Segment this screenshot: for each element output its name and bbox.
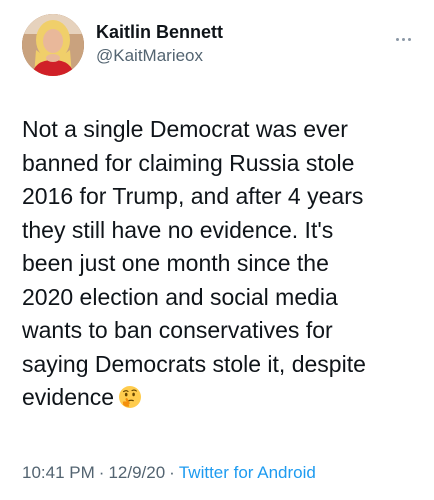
tweet-meta: 10:41 PM · 12/9/20 · Twitter for Android bbox=[22, 462, 316, 484]
thinking-face-emoji-icon bbox=[118, 385, 142, 419]
tweet-date[interactable]: 12/9/20 bbox=[108, 463, 165, 482]
meta-separator: · bbox=[98, 463, 105, 482]
tweet-header: Kaitlin Bennett @KaitMarieox bbox=[22, 14, 418, 78]
tweet-text-content: Not a single Democrat was ever banned fo… bbox=[22, 116, 366, 410]
user-names: Kaitlin Bennett @KaitMarieox bbox=[96, 21, 223, 67]
tweet-source-link[interactable]: Twitter for Android bbox=[179, 463, 316, 482]
tweet-text: Not a single Democrat was ever banned fo… bbox=[22, 113, 426, 419]
avatar[interactable] bbox=[22, 14, 84, 76]
tweet-card: Kaitlin Bennett @KaitMarieox Not a singl… bbox=[0, 0, 434, 500]
meta-separator: · bbox=[169, 463, 175, 482]
tweet-time[interactable]: 10:41 PM bbox=[22, 463, 95, 482]
user-handle[interactable]: @KaitMarieox bbox=[96, 45, 223, 67]
display-name[interactable]: Kaitlin Bennett bbox=[96, 21, 223, 43]
more-horizontal-icon[interactable] bbox=[396, 28, 418, 41]
